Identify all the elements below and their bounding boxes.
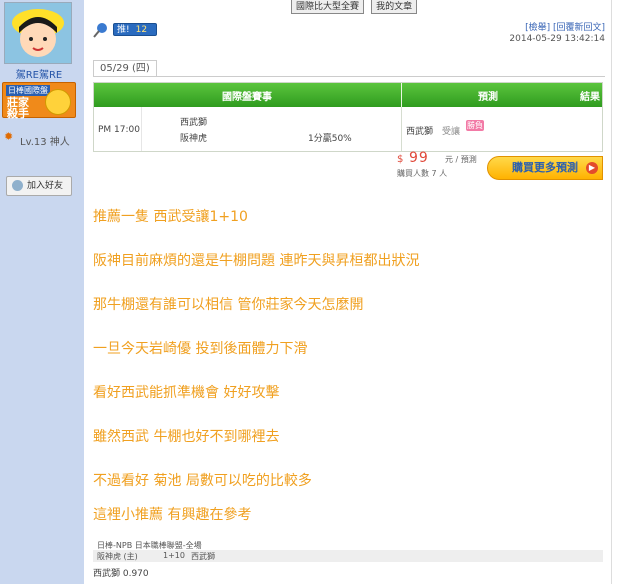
divider	[93, 76, 605, 77]
username[interactable]: 駕RE駕RE	[0, 66, 78, 81]
odds-line: 西武獅 0.970	[93, 569, 149, 579]
match-time: PM 17:00	[98, 125, 140, 135]
rank-badge-label: 莊家殺手	[7, 96, 29, 120]
user-level: Lv.13 神人	[20, 137, 70, 148]
arrow-right-icon: ▶	[586, 162, 598, 174]
price-unit: 元 / 預測	[445, 155, 477, 164]
user-sidebar: 駕RE駕RE 日棒國際盤 莊家殺手 ✹ Lv.13 神人 加入好友	[0, 0, 84, 584]
post-line: 這裡小推薦 有興趣在參考	[93, 507, 252, 523]
currency-symbol: $	[397, 154, 404, 165]
handicap: 1分贏50%	[308, 134, 352, 144]
right-gutter	[612, 0, 641, 584]
spread: 1+10	[163, 551, 185, 560]
push-count: 12	[135, 25, 148, 35]
sun-icon: ✹	[4, 130, 14, 143]
rank-badge: 日棒國際盤 莊家殺手	[2, 82, 76, 120]
push-count-box: 推! 12	[113, 23, 157, 36]
row-divider	[401, 107, 402, 151]
push-badge[interactable]: 推! 12	[93, 20, 157, 40]
rank-badge-title: 日棒國際盤	[6, 85, 50, 96]
team-away: 阪神虎	[180, 134, 208, 144]
col-event: 國際盤賽事	[222, 92, 272, 103]
avatar[interactable]	[4, 2, 72, 64]
pick-team: 西武獅	[406, 127, 434, 137]
top-button-my-posts[interactable]: 我的文章	[371, 0, 418, 14]
coin-icon	[45, 89, 71, 115]
post-line: 雖然西武 牛棚也好不到哪裡去	[93, 429, 280, 445]
away-team: 西武獅	[191, 552, 215, 561]
home-team-line: 阪神虎 (主)	[97, 552, 138, 561]
post-line: 那牛棚還有誰可以相信 管你莊家今天怎麼開	[93, 297, 364, 313]
bet-summary: 日棒-NPB 日本職棒聯盟-全場 阪神虎 (主) 1+10 西武獅	[93, 540, 603, 562]
row-divider	[141, 107, 142, 151]
bet-summary-row: 阪神虎 (主) 1+10 西武獅	[93, 550, 603, 562]
price-value: 99	[409, 150, 429, 166]
post-line: 不過看好 菊池 局數可以吃的比較多	[93, 473, 312, 489]
add-friend-label: 加入好友	[27, 181, 64, 191]
avatar-image	[5, 3, 71, 63]
match-table: 國際盤賽事 預測 結果 PM 17:00 西武獅 阪神虎 1分贏50% 西武獅 …	[93, 82, 603, 152]
pick-type: 受讓	[442, 127, 461, 137]
post-line: 阪神目前麻煩的還是牛棚問題 連昨天與昇桓都出狀況	[93, 253, 420, 269]
top-button-all[interactable]: 國際比大型全賽	[291, 0, 365, 14]
buy-more-label: 購買更多預測	[512, 161, 578, 174]
post-line: 一旦今天岩崎優 投到後面體力下滑	[93, 341, 308, 357]
match-row: PM 17:00 西武獅 阪神虎 1分贏50% 西武獅 受讓 勝負	[94, 107, 602, 151]
header-divider	[401, 83, 402, 107]
post-timestamp: 2014-05-29 13:42:14	[509, 34, 605, 44]
col-predict: 預測	[478, 92, 498, 103]
date-tab[interactable]: 05/29 (四)	[93, 60, 157, 77]
result-tag: 勝負	[466, 120, 484, 131]
post-line: 推薦一隻 西武受讓1+10	[93, 209, 248, 225]
post-action-links[interactable]: [檢舉] [回覆新回文]	[525, 20, 605, 33]
top-action-bar: 國際比大型全賽 我的文章	[291, 0, 419, 14]
col-result: 結果	[580, 92, 600, 103]
add-friend-button[interactable]: 加入好友	[6, 176, 72, 196]
team-home: 西武獅	[180, 118, 208, 128]
thumbtack-icon	[93, 23, 107, 38]
add-friend-icon	[12, 180, 23, 191]
post-line: 看好西武能抓準機會 好好攻擊	[93, 385, 280, 401]
buy-more-predictions-button[interactable]: 購買更多預測 ▶	[487, 156, 603, 180]
buyer-count: 購買人數 7 人	[397, 169, 448, 178]
match-table-header: 國際盤賽事 預測 結果	[94, 83, 602, 107]
push-label: 推!	[117, 25, 130, 35]
post-main: 國際比大型全賽 我的文章 推! 12 [檢舉] [回覆新回文] 2014-05-2…	[85, 0, 612, 584]
